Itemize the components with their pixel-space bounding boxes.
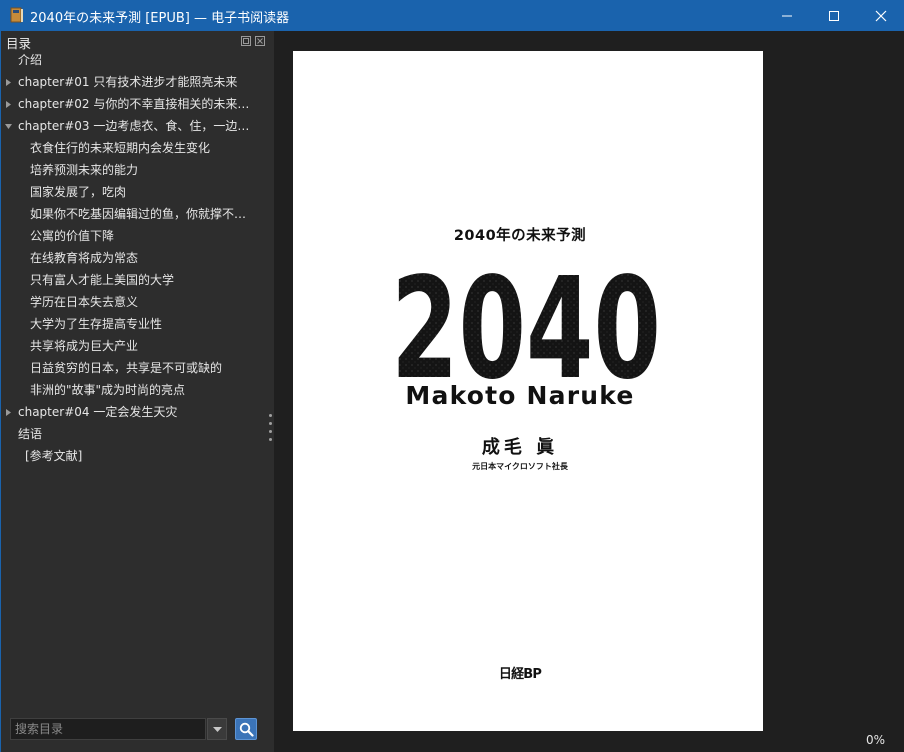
toc-item-label: 公寓的价值下降	[30, 229, 115, 243]
reader-view[interactable]: 2040年の未来予測 2040 Makoto Naruke 成毛 眞 元日本マイ…	[274, 31, 904, 752]
cover-author-en: Makoto Naruke	[405, 381, 635, 410]
maximize-button[interactable]	[811, 0, 857, 31]
cover-author-role: 元日本マイクロソフト社長	[472, 462, 568, 471]
toc-item[interactable]: chapter#02 与你的不幸直接相关的未来经济	[1, 93, 258, 115]
close-icon	[255, 36, 265, 46]
close-button[interactable]	[858, 0, 904, 31]
chevron-right-icon[interactable]	[5, 101, 12, 108]
chevron-down-icon	[213, 727, 222, 732]
book-page: 2040年の未来予測 2040 Makoto Naruke 成毛 眞 元日本マイ…	[293, 51, 763, 731]
toc-item[interactable]: chapter#01 只有技术进步才能照亮未来	[1, 71, 258, 93]
toc-item[interactable]: [参考文献]	[1, 445, 274, 467]
float-panel-button[interactable]	[241, 35, 251, 46]
toc-item[interactable]: 大学为了生存提高专业性	[1, 313, 258, 335]
toc-item-label: 共享将成为巨大产业	[30, 339, 139, 353]
chevron-right-icon[interactable]	[5, 79, 12, 86]
cover-author-jp: 成毛 眞	[481, 437, 559, 458]
toc-item-label: 在线教育将成为常态	[30, 251, 139, 265]
toc-item-label: 如果你不吃基因编辑过的鱼，你就撑不下去了	[30, 207, 258, 221]
toc-item[interactable]: 介绍	[1, 49, 258, 71]
toc-item[interactable]: chapter#04 一定会发生天灾	[1, 401, 258, 423]
toc-item[interactable]: 学历在日本失去意义	[1, 291, 258, 313]
search-icon	[239, 722, 254, 737]
toc-item[interactable]: 衣食住行的未来短期内会发生变化	[1, 137, 258, 159]
toc-item[interactable]: 公寓的价值下降	[1, 225, 258, 247]
toc-item-label: [参考文献]	[25, 449, 83, 463]
chevron-down-icon[interactable]	[5, 123, 12, 130]
toc-item-label: 国家发展了，吃肉	[30, 185, 127, 199]
publisher-logo: 日経BP	[498, 667, 542, 682]
minimize-button[interactable]	[764, 0, 810, 31]
toc-item[interactable]: 日益贫穷的日本，共享是不可或缺的	[1, 357, 258, 379]
toc-item[interactable]: 如果你不吃基因编辑过的鱼，你就撑不下去了	[1, 203, 258, 225]
toc-item-label: 培养预测未来的能力	[30, 163, 139, 177]
toc-search-box	[10, 718, 206, 740]
toc-panel: 目录 介绍 chapter#01 只有技术进步才能照亮未来 chapter#02…	[0, 31, 274, 752]
book-icon	[10, 7, 24, 24]
toc-item-label: 非洲的"故事"成为时尚的亮点	[30, 383, 186, 397]
splitter-handle[interactable]	[269, 414, 273, 444]
reading-progress: 0%	[866, 733, 886, 747]
cover-big-title: 2040	[391, 248, 661, 387]
search-history-dropdown[interactable]	[207, 718, 227, 740]
toc-item[interactable]: 非洲的"故事"成为时尚的亮点	[1, 379, 258, 401]
toc-item-label: chapter#01 只有技术进步才能照亮未来	[18, 75, 238, 89]
toc-item-label: 衣食住行的未来短期内会发生变化	[30, 141, 211, 155]
toc-tree: 介绍 chapter#01 只有技术进步才能照亮未来 chapter#02 与你…	[1, 49, 274, 467]
toc-item-label: 大学为了生存提高专业性	[30, 317, 163, 331]
toc-item-label: 介绍	[18, 53, 43, 67]
close-icon	[875, 10, 887, 22]
toc-item-label: chapter#02 与你的不幸直接相关的未来经济	[18, 97, 258, 111]
toc-item[interactable]: 国家发展了，吃肉	[1, 181, 258, 203]
window-title: 2040年の未来予測 [EPUB] — 电子书阅读器	[30, 11, 290, 26]
toc-item[interactable]: 结语	[1, 423, 258, 445]
toc-item-label: 结语	[18, 427, 43, 441]
toc-item-label: 日益贫穷的日本，共享是不可或缺的	[30, 361, 223, 375]
title-bar: 2040年の未来予測 [EPUB] — 电子书阅读器	[0, 0, 904, 31]
search-button[interactable]	[235, 718, 257, 740]
chevron-right-icon[interactable]	[5, 409, 12, 416]
toc-item[interactable]: 只有富人才能上美国的大学	[1, 269, 258, 291]
close-panel-button[interactable]	[255, 35, 265, 46]
maximize-icon	[829, 11, 839, 21]
toc-item-label: chapter#03 一边考虑衣、食、住，一边培养预测未来的能力	[18, 119, 258, 133]
toc-item[interactable]: 培养预测未来的能力	[1, 159, 258, 181]
toc-item[interactable]: 在线教育将成为常态	[1, 247, 258, 269]
minimize-icon	[782, 15, 792, 17]
toc-item[interactable]: chapter#03 一边考虑衣、食、住，一边培养预测未来的能力	[1, 115, 258, 137]
toc-item-label: chapter#04 一定会发生天灾	[18, 405, 178, 419]
float-icon	[241, 36, 251, 46]
toc-item-label: 只有富人才能上美国的大学	[30, 273, 175, 287]
toc-search-input[interactable]	[11, 719, 205, 739]
cover-big-title-text: 2040	[391, 248, 661, 387]
toc-item-label: 学历在日本失去意义	[30, 295, 139, 309]
toc-item[interactable]: 共享将成为巨大产业	[1, 335, 258, 357]
